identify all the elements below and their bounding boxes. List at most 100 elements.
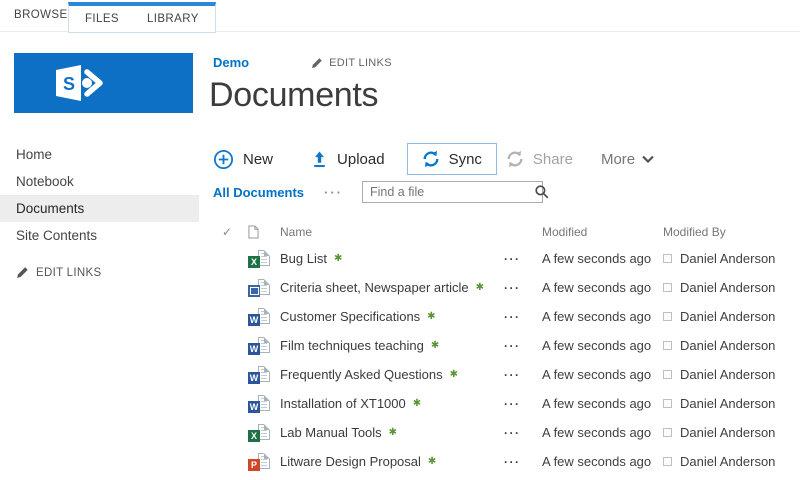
new-icon [213,149,234,169]
table-row[interactable]: W Film techniques teaching ✱ ··· A few s… [211,331,796,360]
modified-value: A few seconds ago [542,280,652,295]
row-menu-ellipsis[interactable]: ··· [498,310,533,324]
modified-by-link[interactable]: Daniel Anderson [680,396,775,411]
file-app-letter: X [248,255,260,268]
share-button[interactable]: Share [506,150,573,168]
word-file-icon: W [248,394,272,413]
view-menu-ellipsis[interactable]: ··· [324,185,343,200]
tab-library[interactable]: LIBRARY [147,13,199,25]
sidebar-item-home[interactable]: Home [0,141,199,168]
modified-by-link[interactable]: Daniel Anderson [680,280,775,295]
row-menu-ellipsis[interactable]: ··· [498,252,533,266]
row-menu-ellipsis[interactable]: ··· [498,368,533,382]
table-row[interactable]: P Litware Design Proposal ✱ ··· A few se… [211,447,796,476]
column-header-modified[interactable]: Modified [533,225,653,239]
sharepoint-logo[interactable]: S [14,53,193,113]
view-all-documents-link[interactable]: All Documents [213,185,304,200]
ppt-file-icon: P [248,452,272,471]
sidebar-item-documents[interactable]: Documents [0,195,199,222]
table-row[interactable]: W Installation of XT1000 ✱ ··· A few sec… [211,389,796,418]
file-name-link[interactable]: Installation of XT1000 [280,396,406,411]
file-name-link[interactable]: Lab Manual Tools [280,425,382,440]
edit-pencil-icon [17,267,28,278]
modified-by-link[interactable]: Daniel Anderson [680,454,775,469]
new-item-badge: ✱ [427,456,437,467]
table-row[interactable]: W Frequently Asked Questions ✱ ··· A few… [211,360,796,389]
modified-by-link[interactable]: Daniel Anderson [680,309,775,324]
file-name-link[interactable]: Frequently Asked Questions [280,367,443,382]
file-app-letter: W [248,342,260,355]
more-chevron-icon [642,155,654,163]
svg-text:S: S [63,74,75,94]
table-row[interactable]: Criteria sheet, Newspaper article ✱ ··· … [211,273,796,302]
sidebar-item-site-contents[interactable]: Site Contents [0,222,199,249]
new-button[interactable]: New [213,149,273,170]
table-row[interactable]: W Customer Specifications ✱ ··· A few se… [211,302,796,331]
table-row[interactable]: X Lab Manual Tools ✱ ··· A few seconds a… [211,418,796,447]
modified-value: A few seconds ago [542,367,652,382]
sidebar-edit-links[interactable]: EDIT LINKS [16,259,101,286]
more-button[interactable]: More [601,151,654,168]
sidebar-item-notebook[interactable]: Notebook [0,168,199,195]
new-label: New [243,150,274,168]
sync-icon [423,150,439,168]
search-icon[interactable] [535,185,549,199]
presence-icon [663,283,672,292]
upload-button[interactable]: Upload [311,151,385,168]
new-item-badge: ✱ [388,427,398,438]
wordimg-file-icon [248,278,272,297]
modified-by-link[interactable]: Daniel Anderson [680,251,775,266]
modified-value: A few seconds ago [542,309,652,324]
file-column-icon[interactable] [241,225,273,239]
new-item-badge: ✱ [475,282,484,293]
new-item-badge: ✱ [427,311,436,322]
file-app-letter: W [248,371,260,384]
sidebar-edit-links-label: EDIT LINKS [36,266,102,279]
ribbon-tab-group: FILES LIBRARY [68,2,216,33]
presence-icon [663,254,672,263]
new-item-badge: ✱ [430,340,440,351]
file-name-link[interactable]: Customer Specifications [280,309,420,324]
breadcrumb-site-link[interactable]: Demo [213,55,249,70]
row-menu-ellipsis[interactable]: ··· [498,455,533,469]
column-header-name[interactable]: Name [273,225,498,239]
file-name-link[interactable]: Criteria sheet, Newspaper article [280,280,469,295]
header-edit-links[interactable]: EDIT LINKS [311,57,392,69]
modified-by-link[interactable]: Daniel Anderson [680,367,775,382]
more-label: More [600,150,636,168]
breadcrumb: Demo EDIT LINKS [213,55,392,70]
select-all-icon[interactable]: ✓ [211,225,241,239]
new-item-badge: ✱ [449,369,458,380]
file-name-link[interactable]: Film techniques teaching [280,338,424,353]
edit-pencil-icon [312,57,322,68]
word-file-icon: W [248,365,272,384]
row-menu-ellipsis[interactable]: ··· [498,339,533,353]
presence-icon [663,428,672,437]
row-menu-ellipsis[interactable]: ··· [498,397,533,411]
view-bar: All Documents ··· [213,181,343,203]
modified-value: A few seconds ago [542,396,652,411]
search-box [362,181,549,203]
tab-browse[interactable]: BROWSE [14,0,68,31]
file-app-letter [248,284,260,297]
tab-files[interactable]: FILES [85,13,119,25]
search-input[interactable] [363,185,535,199]
table-row[interactable]: X Bug List ✱ ··· A few seconds ago Danie… [211,244,796,273]
row-menu-ellipsis[interactable]: ··· [498,426,533,440]
share-label: Share [532,150,573,168]
word-file-icon: W [248,336,272,355]
column-header-modified-by[interactable]: Modified By [653,225,796,239]
modified-by-link[interactable]: Daniel Anderson [680,338,775,353]
word-file-icon: W [248,307,272,326]
page-title: Documents [209,76,379,114]
file-name-link[interactable]: Litware Design Proposal [280,454,421,469]
row-menu-ellipsis[interactable]: ··· [498,281,533,295]
file-name-link[interactable]: Bug List [280,251,327,266]
sync-button[interactable]: Sync [406,143,497,175]
file-app-letter: W [248,313,260,326]
share-icon [507,150,523,168]
table-header: ✓ Name Modified Modified By [211,220,796,244]
modified-by-link[interactable]: Daniel Anderson [680,425,775,440]
file-app-letter: P [248,458,260,471]
sharepoint-logo-icon: S [56,65,103,101]
